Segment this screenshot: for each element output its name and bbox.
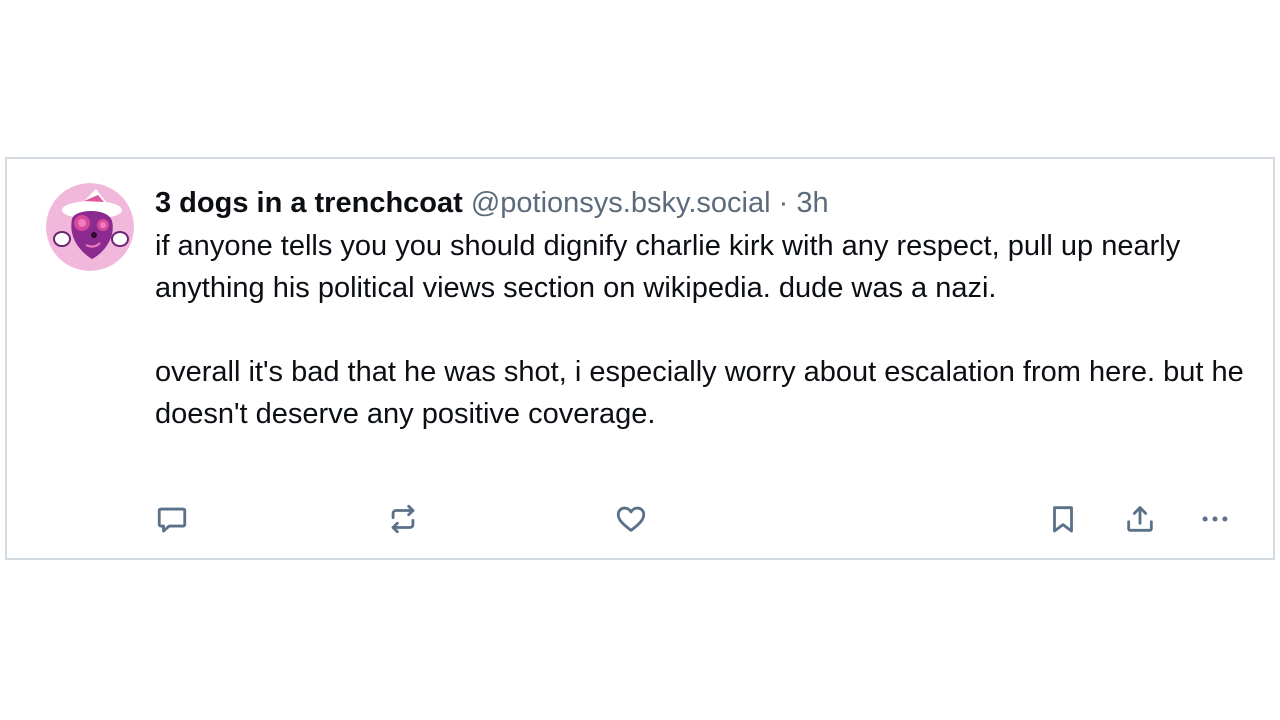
heart-icon: [616, 506, 646, 532]
more-options-button[interactable]: [1195, 499, 1235, 539]
post-card[interactable]: 3 dogs in a trenchcoat @potionsys.bsky.s…: [5, 157, 1275, 560]
wizard-character-avatar-icon: [46, 183, 134, 271]
repost-button[interactable]: [383, 499, 423, 539]
share-upload-icon: [1127, 506, 1153, 532]
bookmark-button[interactable]: [1043, 499, 1083, 539]
bookmark-icon: [1053, 506, 1073, 533]
like-button[interactable]: [611, 499, 651, 539]
author-handle[interactable]: @potionsys.bsky.social: [471, 187, 771, 219]
post-paragraph: overall it's bad that he was shot, i esp…: [155, 356, 1244, 430]
post-content: 3 dogs in a trenchcoat @potionsys.bsky.s…: [155, 183, 1255, 435]
repost-arrows-icon: [391, 504, 415, 534]
post-paragraph: if anyone tells you you should dignify c…: [155, 230, 1181, 304]
reply-button[interactable]: [152, 499, 192, 539]
author-display-name[interactable]: 3 dogs in a trenchcoat: [155, 187, 463, 219]
speech-bubble-icon: [157, 507, 187, 533]
post-timestamp[interactable]: 3h: [796, 187, 828, 219]
more-dots-icon: [1202, 516, 1228, 522]
post-header: 3 dogs in a trenchcoat @potionsys.bsky.s…: [155, 183, 1255, 223]
share-button[interactable]: [1120, 499, 1160, 539]
author-avatar[interactable]: [46, 183, 134, 271]
post-body: if anyone tells you you should dignify c…: [155, 225, 1255, 435]
header-separator: ·: [778, 187, 789, 219]
